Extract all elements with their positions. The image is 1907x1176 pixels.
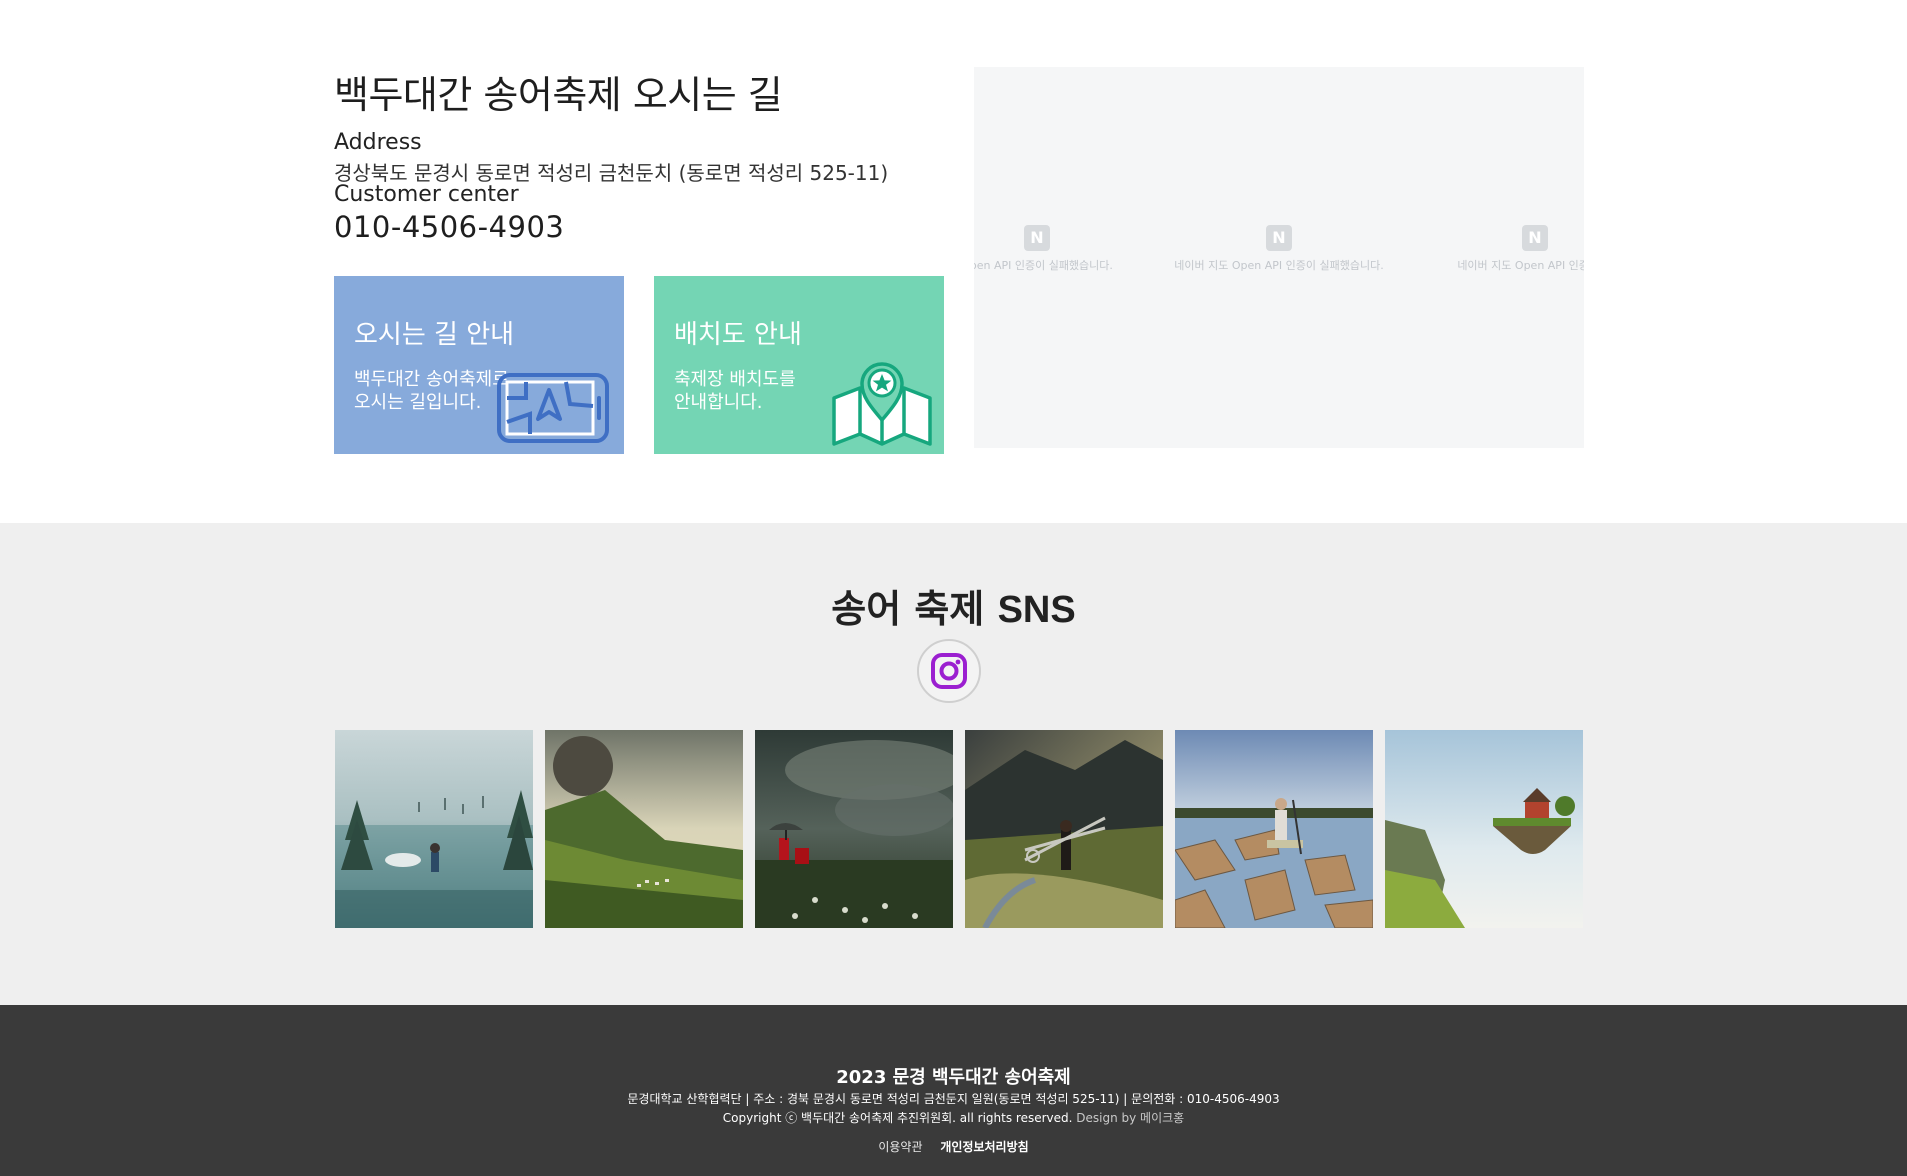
footer-design-credit: Design by 메이크홍 [1076, 1111, 1185, 1125]
naver-logo-icon: N [1522, 225, 1548, 251]
sns-title-main: 송어 축제 [831, 587, 998, 631]
naver-map[interactable]: N Open API 인증이 실패했습니다. N 네이버 지도 Open API… [974, 67, 1584, 448]
footer-title: 2023 문경 백두대간 송어축제 [836, 1067, 1071, 1088]
naver-logo-icon: N [1024, 225, 1050, 251]
sns-photo-storm[interactable] [755, 730, 953, 928]
location-section: 백두대간 송어축제 오시는 길 Address 경상북도 문경시 동로면 적성리… [0, 0, 1907, 523]
directions-card-desc-line1: 백두대간 송어축제로 [354, 369, 509, 390]
map-error-message: 네이버 지도 Open API 인증이 실 [1457, 259, 1584, 272]
location-title: 백두대간 송어축제 오시는 길 [334, 73, 783, 117]
privacy-policy-link[interactable]: 개인정보처리방침 [940, 1140, 1028, 1154]
directions-card-desc-line2: 오시는 길입니다. [354, 392, 482, 413]
storm-umbrella-photo [755, 730, 953, 928]
directions-card-desc: 백두대간 송어축제로 오시는 길입니다. [354, 368, 509, 414]
layout-card[interactable]: 배치도 안내 축제장 배치도를 안내합니다. [654, 276, 944, 454]
instagram-icon [931, 653, 967, 689]
floating-island-photo [1385, 730, 1583, 928]
navigation-phone-icon [497, 373, 609, 443]
sns-title: 송어 축제 SNS [0, 578, 1907, 633]
map-error-message: Open API 인증이 실패했습니다. [974, 259, 1113, 272]
shattered-lake-photo [1175, 730, 1373, 928]
map-tile: N Open API 인증이 실패했습니다. [974, 225, 1142, 273]
address-label: Address [334, 130, 422, 155]
footer-copyright-text: Copyright ⓒ 백두대간 송어축제 추진위원회. all rights … [722, 1111, 1077, 1125]
instagram-button[interactable] [917, 639, 981, 703]
layout-card-desc-line1: 축제장 배치도를 [674, 369, 796, 390]
sns-photo-mountain[interactable] [965, 730, 1163, 928]
footer-copyright: Copyright ⓒ 백두대간 송어축제 추진위원회. all rights … [0, 1109, 1907, 1126]
sns-photo-lake[interactable] [1175, 730, 1373, 928]
sns-photo-flooded-forest[interactable] [335, 730, 533, 928]
map-error-message: 네이버 지도 Open API 인증이 실패했습니다. [1174, 259, 1384, 272]
directions-card[interactable]: 오시는 길 안내 백두대간 송어축제로 오시는 길입니다. [334, 276, 624, 454]
sns-photo-island[interactable] [1385, 730, 1583, 928]
map-tile: N 네이버 지도 Open API 인증이 실패했습니다. [1174, 225, 1384, 273]
map-tile: N 네이버 지도 Open API 인증이 실 [1430, 225, 1584, 273]
mountain-scissors-photo [965, 730, 1163, 928]
sns-section: 송어 축제 SNS [0, 523, 1907, 1005]
flooded-forest-photo [335, 730, 533, 928]
terms-link[interactable]: 이용약관 [878, 1140, 922, 1154]
layout-card-desc: 축제장 배치도를 안내합니다. [674, 368, 796, 414]
layout-card-desc-line2: 안내합니다. [674, 392, 763, 413]
sns-title-bold: SNS [997, 589, 1076, 631]
map-pin-icon [832, 362, 932, 446]
customer-center-label: Customer center [334, 182, 519, 207]
sns-photo-valley[interactable] [545, 730, 743, 928]
site-footer: 2023 문경 백두대간 송어축제 문경대학교 산학협력단 | 주소 : 경북 … [0, 1005, 1907, 1176]
footer-info: 문경대학교 산학협력단 | 주소 : 경북 문경시 동로면 적성리 금천둔지 일… [627, 1092, 1280, 1106]
layout-card-title: 배치도 안내 [674, 320, 802, 350]
valley-planet-photo [545, 730, 743, 928]
directions-card-title: 오시는 길 안내 [354, 320, 515, 350]
naver-logo-icon: N [1266, 225, 1292, 251]
customer-center-phone: 010-4506-4903 [334, 210, 565, 244]
footer-links: 이용약관 개인정보처리방침 [0, 1138, 1907, 1155]
